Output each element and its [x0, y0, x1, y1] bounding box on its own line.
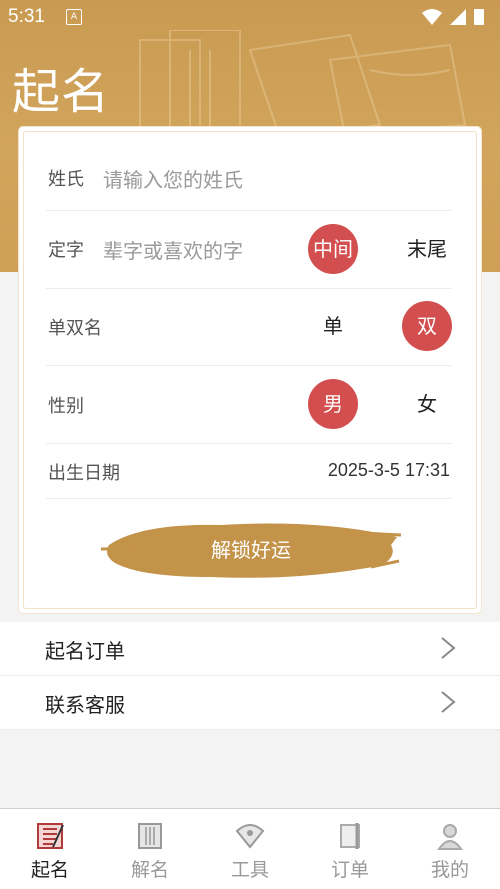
- option-double[interactable]: 双: [402, 301, 452, 351]
- page-title: 起名: [12, 64, 111, 120]
- naming-icon: [37, 823, 64, 849]
- naming-form-card: 姓氏 请输入您的姓氏 定字 辈字或喜欢的字 中间 末尾 单双名 单 双 性别 男…: [19, 127, 481, 613]
- gender-row: 性别 男 女: [46, 366, 452, 444]
- status-icons: [422, 9, 484, 25]
- unlock-luck-button[interactable]: 解锁好运: [101, 515, 401, 585]
- option-single[interactable]: 单: [308, 301, 358, 351]
- fan-icon: [235, 824, 265, 849]
- tab-label: 解名: [130, 859, 169, 881]
- tab-label: 起名: [30, 859, 69, 881]
- tab-naming[interactable]: 起名: [0, 809, 100, 889]
- tab-profile[interactable]: 我的: [400, 809, 500, 889]
- birth-row[interactable]: 出生日期 2025-3-5 17:31: [46, 444, 452, 499]
- tab-tools[interactable]: 工具: [200, 809, 300, 889]
- notification-icon: A: [66, 9, 82, 25]
- book-icon: [138, 823, 162, 849]
- menu-item-label: 联系客服: [45, 693, 125, 717]
- battery-icon: [474, 9, 484, 25]
- tab-interpret[interactable]: 解名: [100, 809, 200, 889]
- fixed-char-input[interactable]: 辈字或喜欢的字: [103, 235, 243, 264]
- chevron-right-icon: [441, 637, 456, 659]
- tab-label: 订单: [330, 859, 369, 881]
- menu-item-orders[interactable]: 起名订单: [0, 622, 500, 676]
- profile-icon: [437, 824, 463, 850]
- scroll-icon: [340, 823, 360, 849]
- birth-value[interactable]: 2025-3-5 17:31: [328, 460, 450, 481]
- option-male[interactable]: 男: [308, 379, 358, 429]
- books-decoration: [139, 30, 467, 140]
- surname-label: 姓氏: [48, 169, 84, 190]
- option-middle[interactable]: 中间: [308, 224, 358, 274]
- menu-list: 起名订单 联系客服: [0, 622, 500, 730]
- surname-input[interactable]: 请输入您的姓氏: [103, 164, 243, 193]
- name-length-row: 单双名 单 双: [46, 289, 452, 366]
- signal-icon: [450, 9, 466, 25]
- gender-label: 性别: [48, 396, 84, 417]
- tab-label: 我的: [430, 859, 469, 881]
- status-time: 5:31: [8, 6, 45, 27]
- bottom-tab-bar: 起名 解名 工具 订单 我的: [0, 808, 500, 889]
- option-end[interactable]: 末尾: [402, 224, 452, 274]
- chevron-right-icon: [441, 691, 456, 713]
- fixed-char-label: 定字: [48, 240, 84, 261]
- menu-item-support[interactable]: 联系客服: [0, 676, 500, 730]
- birth-label: 出生日期: [48, 463, 120, 484]
- status-bar: 5:31 A: [0, 0, 500, 34]
- tab-label: 工具: [230, 859, 269, 881]
- name-length-label: 单双名: [48, 318, 102, 339]
- fixed-char-row: 定字 辈字或喜欢的字 中间 末尾: [46, 211, 452, 289]
- wifi-icon: [422, 9, 442, 25]
- option-female[interactable]: 女: [402, 379, 452, 429]
- unlock-luck-label: 解锁好运: [211, 538, 291, 562]
- menu-item-label: 起名订单: [45, 639, 125, 663]
- tab-orders[interactable]: 订单: [300, 809, 400, 889]
- surname-row: 姓氏 请输入您的姓氏: [46, 151, 452, 211]
